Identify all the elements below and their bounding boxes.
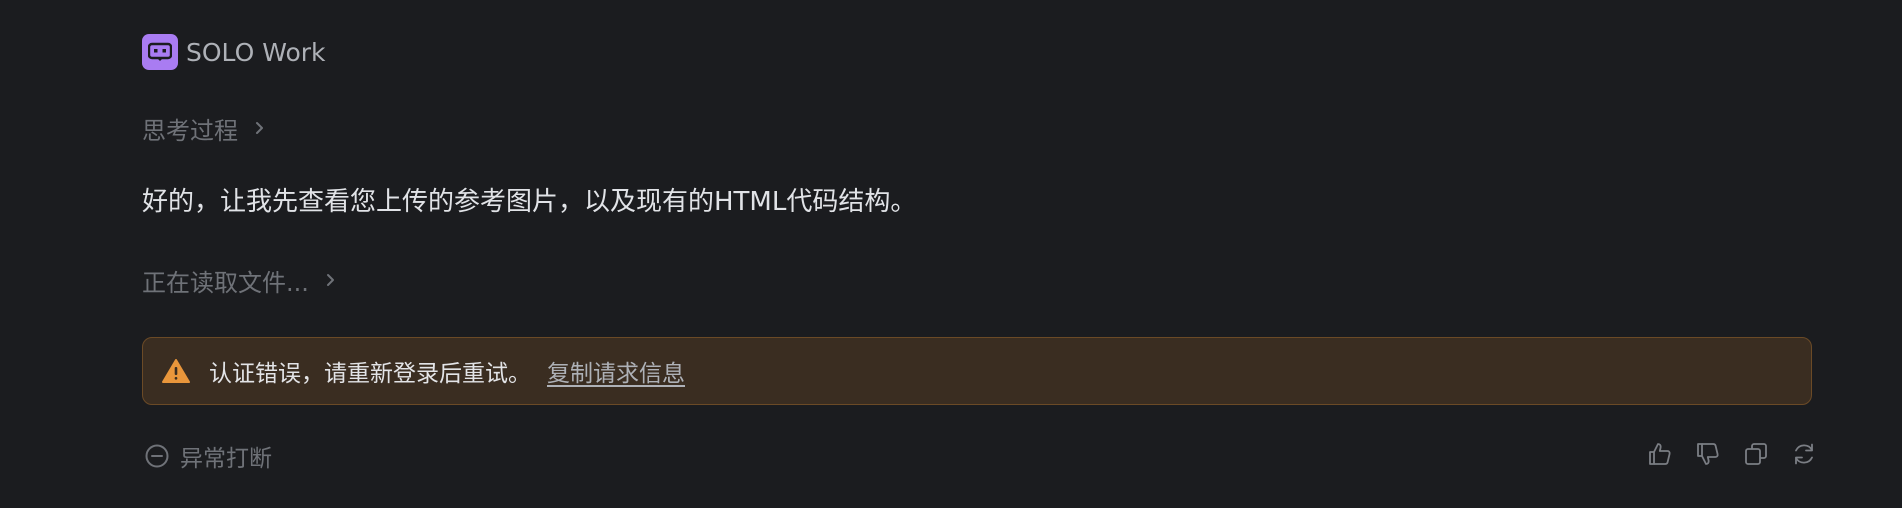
thinking-process-label: 思考过程 — [142, 116, 238, 145]
interrupted-label: 异常打断 — [180, 446, 272, 472]
error-banner: 认证错误，请重新登录后重试。 复制请求信息 — [142, 337, 1812, 405]
chevron-right-icon — [325, 272, 337, 288]
app-name: SOLO Work — [186, 37, 326, 67]
warning-icon — [161, 356, 191, 386]
copy-request-info-link[interactable]: 复制请求信息 — [547, 354, 685, 388]
regenerate-button[interactable] — [1790, 442, 1818, 470]
thumbs-down-button[interactable] — [1694, 442, 1722, 470]
chat-response-panel: SOLO Work 思考过程 好的，让我先查看您上传的参考图片，以及现有的HTM… — [0, 0, 1902, 508]
thumbs-down-icon — [1695, 441, 1721, 471]
thinking-process-toggle[interactable]: 思考过程 — [142, 110, 266, 146]
reading-files-toggle[interactable]: 正在读取文件... — [142, 262, 337, 298]
thumbs-up-icon — [1647, 441, 1673, 471]
thumbs-up-button[interactable] — [1646, 442, 1674, 470]
message-actions — [1646, 438, 1818, 474]
minus-circle-icon — [144, 443, 170, 469]
error-message: 认证错误，请重新登录后重试。 — [209, 361, 531, 387]
copy-icon — [1743, 441, 1769, 471]
assistant-message: 好的，让我先查看您上传的参考图片，以及现有的HTML代码结构。 — [142, 187, 917, 217]
copy-button[interactable] — [1742, 442, 1770, 470]
interrupted-status: 异常打断 — [144, 438, 272, 474]
robot-chat-icon — [142, 34, 178, 70]
assistant-header: SOLO Work — [142, 34, 326, 70]
chevron-right-icon — [254, 120, 266, 136]
reading-files-label: 正在读取文件... — [142, 268, 309, 297]
refresh-icon — [1791, 441, 1817, 471]
